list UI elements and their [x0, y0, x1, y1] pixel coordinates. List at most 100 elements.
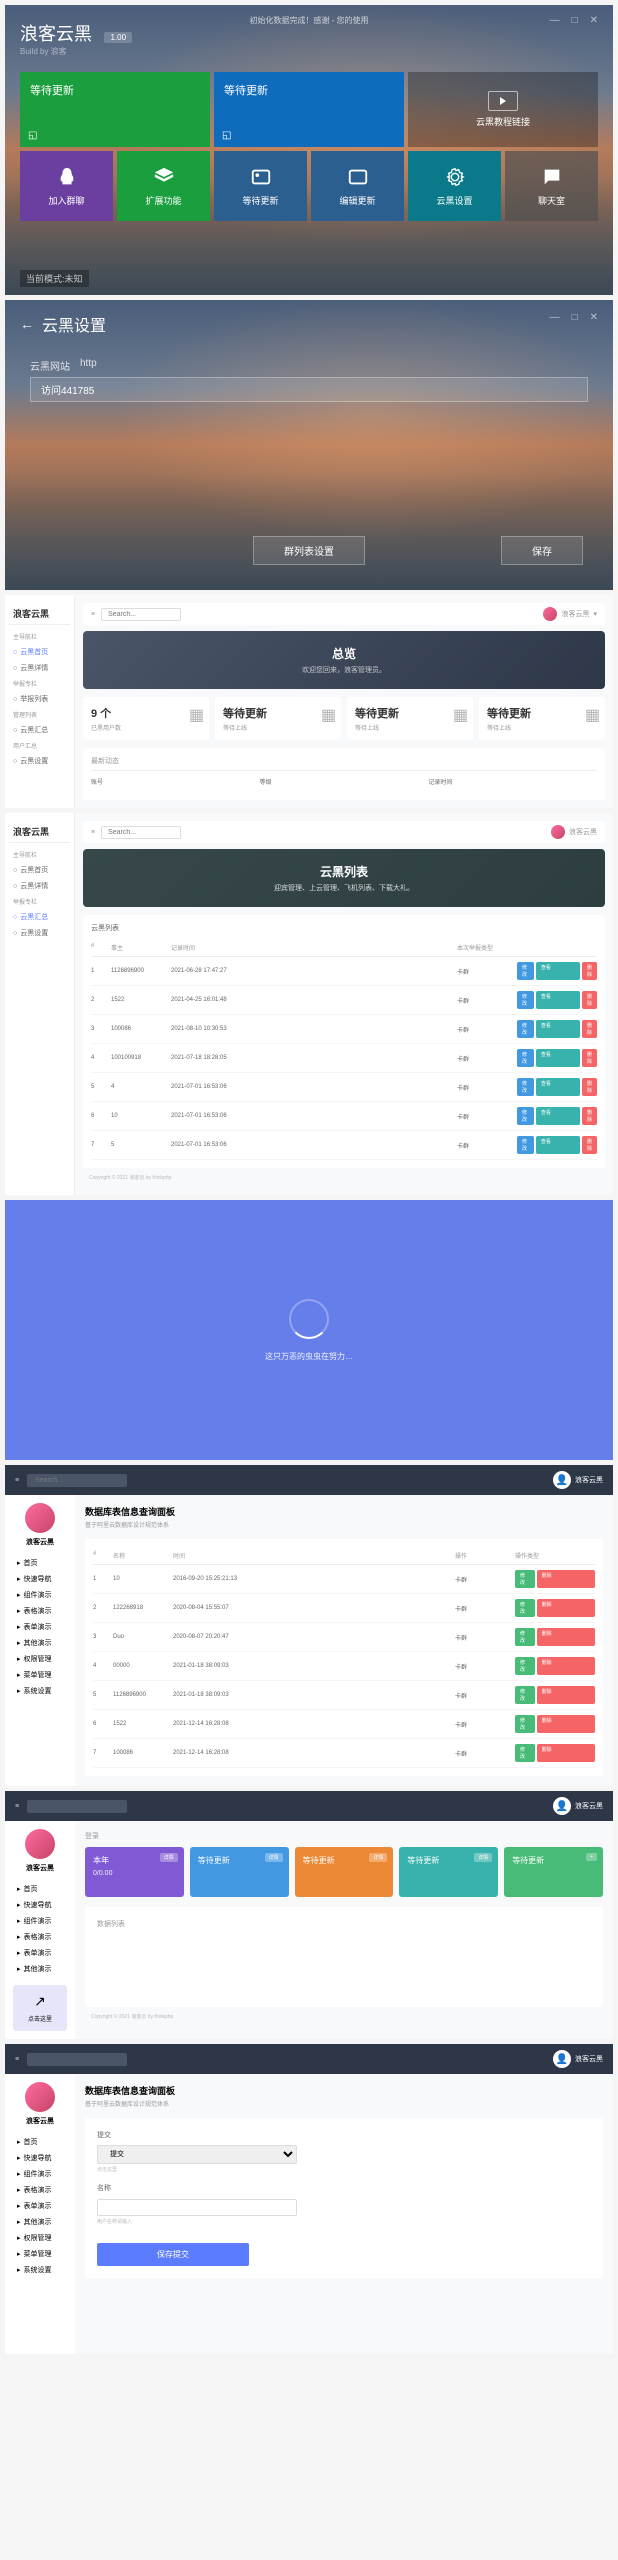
- delete-button[interactable]: 删除: [582, 962, 597, 980]
- dashboard-card[interactable]: 本年0/0.00详情: [85, 1847, 184, 1897]
- sidebar-item[interactable]: ▸ 组件演示: [13, 2166, 67, 2182]
- edit-button[interactable]: 修改: [517, 1078, 534, 1096]
- tab-label[interactable]: 登录: [85, 1831, 603, 1847]
- sidebar-item[interactable]: ▸ 组件演示: [13, 1913, 67, 1929]
- sidebar-item[interactable]: ▸ 其他演示: [13, 1961, 67, 1977]
- sidebar-item[interactable]: ▸ 表格演示: [13, 1603, 67, 1619]
- menu-icon[interactable]: ≡: [15, 1803, 19, 1810]
- sidebar-item[interactable]: ▸ 表单演示: [13, 2198, 67, 2214]
- delete-button[interactable]: 删除: [582, 1049, 597, 1067]
- sidebar-item[interactable]: ▸ 组件演示: [13, 1587, 67, 1603]
- menu-icon[interactable]: ≡: [15, 1477, 19, 1484]
- delete-button[interactable]: 删除: [582, 1078, 597, 1096]
- url-input[interactable]: [30, 377, 588, 402]
- tile-edit-update[interactable]: 编辑更新: [311, 151, 404, 221]
- tile-chat[interactable]: 聊天室: [505, 151, 598, 221]
- menu-icon[interactable]: ≡: [91, 829, 95, 836]
- sidebar-item[interactable]: ▸ 权限管理: [13, 2230, 67, 2246]
- delete-button[interactable]: 删除: [537, 1628, 595, 1646]
- sidebar-item[interactable]: ▸ 快速导航: [13, 1897, 67, 1913]
- select-input[interactable]: 提交: [97, 2145, 297, 2164]
- edit-button[interactable]: 修改: [517, 1049, 534, 1067]
- edit-button[interactable]: 修改: [515, 1744, 535, 1762]
- search-input[interactable]: [27, 1474, 127, 1487]
- sidebar-item[interactable]: ▸ 权限管理: [13, 1651, 67, 1667]
- delete-button[interactable]: 删除: [537, 1686, 595, 1704]
- save-button[interactable]: 保存: [501, 536, 583, 565]
- edit-button[interactable]: 修改: [517, 991, 534, 1009]
- tile-video-tutorial[interactable]: 云黑教程链接: [408, 72, 598, 147]
- card-action-button[interactable]: +: [586, 1853, 597, 1861]
- delete-button[interactable]: 删除: [582, 991, 597, 1009]
- sidebar-item[interactable]: ▸ 菜单管理: [13, 2246, 67, 2262]
- user-avatar[interactable]: [25, 1829, 55, 1859]
- edit-button[interactable]: 修改: [517, 1020, 534, 1038]
- dashboard-card[interactable]: 等待更新+: [504, 1847, 603, 1897]
- tile-join-group[interactable]: 加入群聊: [20, 151, 113, 221]
- chevron-down-icon[interactable]: ▾: [593, 610, 597, 618]
- edit-button[interactable]: 修改: [517, 962, 534, 980]
- user-avatar[interactable]: [25, 1503, 55, 1533]
- text-input[interactable]: [97, 2199, 297, 2216]
- view-button[interactable]: 查看: [536, 1107, 580, 1125]
- avatar-icon[interactable]: 👤: [553, 1471, 571, 1489]
- sidebar-item[interactable]: ▸ 快速导航: [13, 1571, 67, 1587]
- view-button[interactable]: 查看: [536, 1049, 580, 1067]
- sidebar-item-settings[interactable]: ○云黑设置: [9, 753, 70, 769]
- card-action-button[interactable]: 详情: [160, 1853, 178, 1862]
- menu-icon[interactable]: ≡: [15, 2056, 19, 2063]
- sidebar-item[interactable]: ▸ 系统设置: [13, 2262, 67, 2278]
- edit-button[interactable]: 修改: [515, 1628, 535, 1646]
- view-button[interactable]: 查看: [536, 1020, 580, 1038]
- edit-button[interactable]: 修改: [515, 1570, 535, 1588]
- sidebar-item[interactable]: ▸ 表单演示: [13, 1619, 67, 1635]
- close-icon[interactable]: ✕: [590, 312, 598, 323]
- sidebar-item[interactable]: ▸ 首页: [13, 2134, 67, 2150]
- delete-button[interactable]: 删除: [537, 1715, 595, 1733]
- delete-button[interactable]: 删除: [537, 1657, 595, 1675]
- tile-wait-update[interactable]: 等待更新: [214, 151, 307, 221]
- maximize-icon[interactable]: □: [572, 312, 578, 323]
- maximize-icon[interactable]: □: [572, 15, 578, 26]
- edit-button[interactable]: 修改: [515, 1657, 535, 1675]
- sidebar-item[interactable]: ▸ 菜单管理: [13, 1667, 67, 1683]
- avatar-icon[interactable]: 👤: [553, 2050, 571, 2068]
- menu-icon[interactable]: ≡: [91, 611, 95, 618]
- sidebar-item[interactable]: ▸ 首页: [13, 1881, 67, 1897]
- side-promo-card[interactable]: ↗ 点击这里: [13, 1985, 67, 2031]
- card-action-button[interactable]: 详情: [265, 1853, 283, 1862]
- sidebar-item-home[interactable]: ○云黑首页: [9, 644, 70, 660]
- view-button[interactable]: 查看: [536, 1078, 580, 1096]
- sidebar-item[interactable]: ▸ 表格演示: [13, 2182, 67, 2198]
- sidebar-item[interactable]: ○云黑设置: [9, 925, 70, 941]
- tile-update-1[interactable]: 等待更新 ◱: [20, 72, 210, 147]
- sidebar-item[interactable]: ▸ 快速导航: [13, 2150, 67, 2166]
- tile-settings[interactable]: 云黑设置: [408, 151, 501, 221]
- edit-button[interactable]: 修改: [517, 1107, 534, 1125]
- avatar[interactable]: [543, 607, 557, 621]
- card-action-button[interactable]: 详情: [369, 1853, 387, 1862]
- sidebar-item[interactable]: ▸ 其他演示: [13, 2214, 67, 2230]
- sidebar-item-summary[interactable]: ○云黑汇总: [9, 722, 70, 738]
- sidebar-item[interactable]: ○云黑首页: [9, 862, 70, 878]
- minimize-icon[interactable]: —: [550, 312, 560, 323]
- edit-button[interactable]: 修改: [515, 1599, 535, 1617]
- view-button[interactable]: 查看: [536, 962, 580, 980]
- search-input[interactable]: [101, 608, 181, 621]
- sidebar-item[interactable]: ▸ 首页: [13, 1555, 67, 1571]
- tile-update-2[interactable]: 等待更新 ◱: [214, 72, 404, 147]
- delete-button[interactable]: 删除: [582, 1020, 597, 1038]
- submit-button[interactable]: 保存提交: [97, 2243, 249, 2266]
- edit-button[interactable]: 修改: [517, 1136, 534, 1154]
- sidebar-item-report[interactable]: ○举报列表: [9, 691, 70, 707]
- back-icon[interactable]: ←: [20, 316, 34, 332]
- sidebar-item[interactable]: ▸ 系统设置: [13, 1683, 67, 1699]
- search-input[interactable]: [27, 1800, 127, 1813]
- sidebar-item[interactable]: ○云黑详情: [9, 878, 70, 894]
- view-button[interactable]: 查看: [536, 1136, 580, 1154]
- group-list-button[interactable]: 群列表设置: [253, 536, 365, 565]
- dashboard-card[interactable]: 等待更新详情: [190, 1847, 289, 1897]
- sidebar-item-detail[interactable]: ○云黑详情: [9, 660, 70, 676]
- sidebar-item[interactable]: ▸ 其他演示: [13, 1635, 67, 1651]
- dashboard-card[interactable]: 等待更新详情: [295, 1847, 394, 1897]
